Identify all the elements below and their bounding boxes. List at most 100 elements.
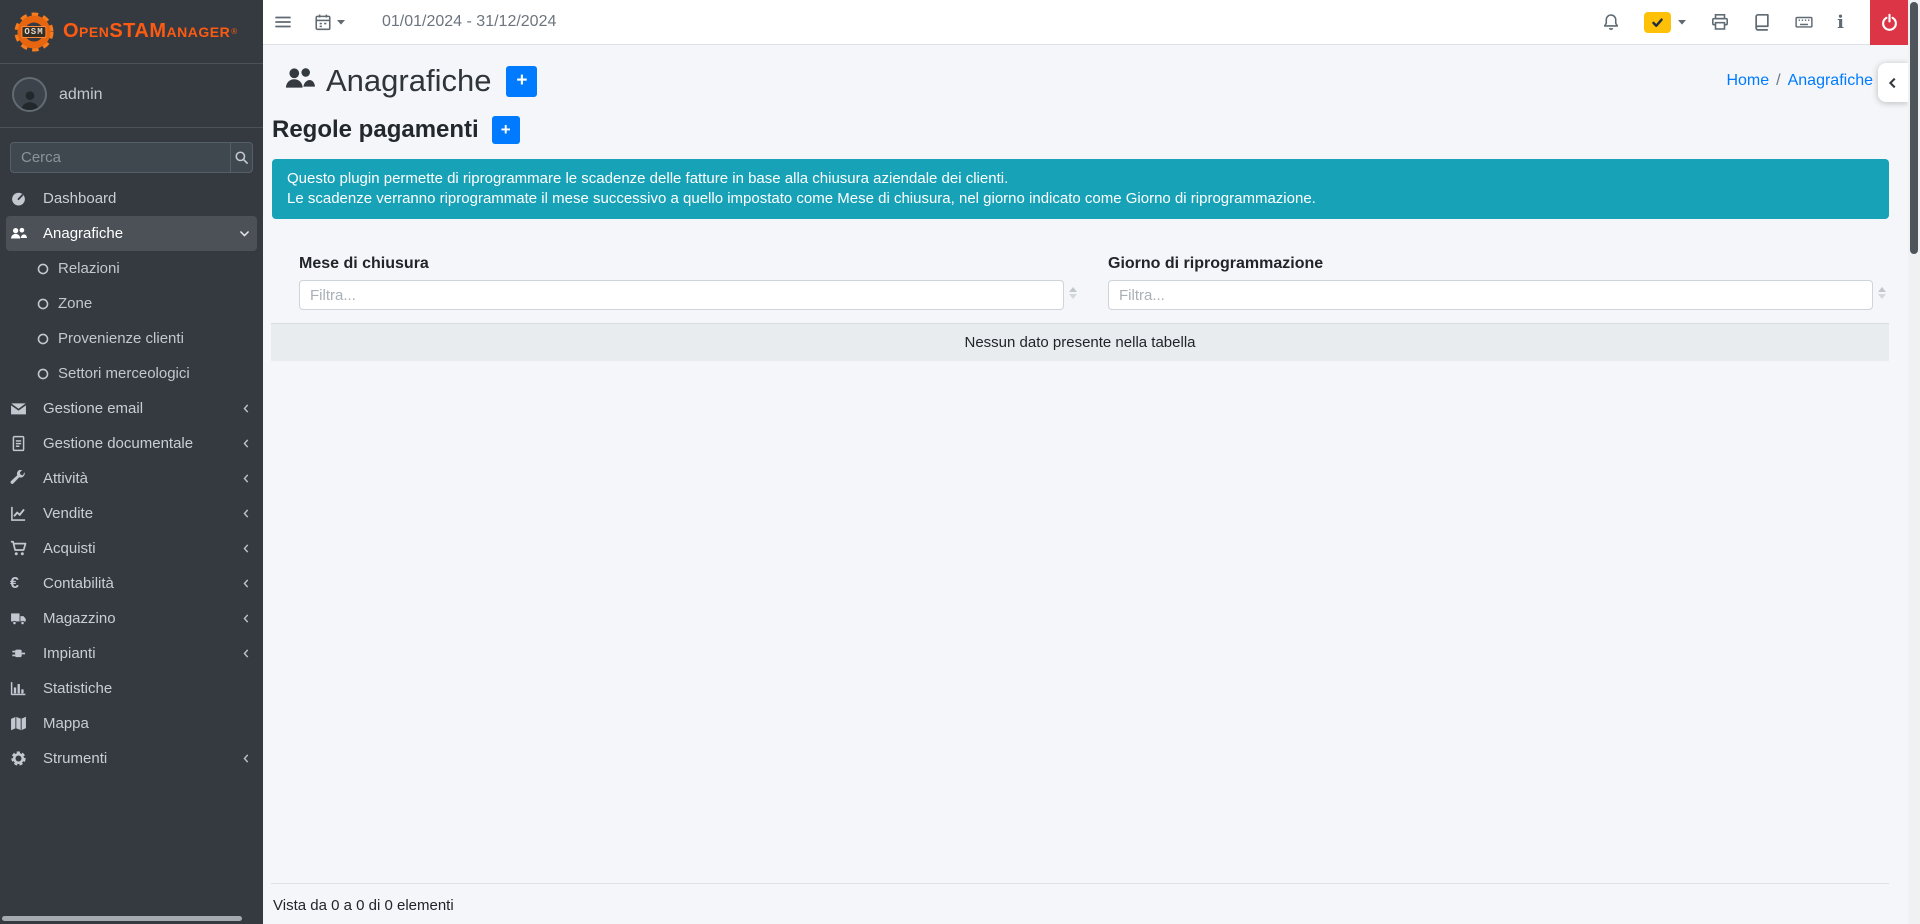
avatar[interactable] xyxy=(12,77,47,112)
table-summary: Vista da 0 a 0 di 0 elementi xyxy=(273,897,454,914)
sort-carets-icon[interactable] xyxy=(1878,287,1886,299)
caret-down-icon xyxy=(336,17,346,27)
logout-power-button[interactable] xyxy=(1870,0,1908,45)
empty-message: Nessun dato presente nella tabella xyxy=(965,334,1196,351)
caret-down-icon xyxy=(1677,17,1687,27)
breadcrumb: Home / Anagrafiche xyxy=(1726,72,1873,90)
cart-icon xyxy=(10,540,35,557)
sidebar-horizontal-scrollbar[interactable] xyxy=(2,916,242,921)
circle-outline-icon xyxy=(36,367,50,381)
sidebar-item-dashboard[interactable]: Dashboard xyxy=(0,181,263,216)
sidebar-subitem-provenienze-clienti[interactable]: Provenienze clienti xyxy=(0,321,263,356)
breadcrumb-current-link[interactable]: Anagrafiche xyxy=(1788,72,1873,90)
filter-input-giorno[interactable] xyxy=(1108,280,1873,310)
topbar: 01/01/2024 - 31/12/2024 i xyxy=(263,0,1908,45)
sidebar-item-magazzino[interactable]: Magazzino xyxy=(0,601,263,636)
circle-outline-icon xyxy=(36,297,50,311)
map-icon xyxy=(10,715,35,732)
column-header-label: Mese di chiusura xyxy=(299,255,1064,273)
sidebar-item-gestione-documentale[interactable]: Gestione documentale xyxy=(0,426,263,461)
section-title: Regole pagamenti xyxy=(272,116,479,144)
printer-icon[interactable] xyxy=(1711,13,1729,31)
chevron-left-icon xyxy=(240,472,253,485)
status-check-badge xyxy=(1644,12,1671,33)
sidebar-item-statistiche[interactable]: Statistiche xyxy=(0,671,263,706)
brand-osm-label: OSM xyxy=(21,26,46,38)
hamburger-menu-icon[interactable] xyxy=(274,13,292,31)
main-content: Anagrafiche + Home / Anagrafiche Regole … xyxy=(263,45,1908,924)
filter-input-mese[interactable] xyxy=(299,280,1064,310)
rules-table-header: Mese di chiusura Giorno di riprogrammazi… xyxy=(271,255,1889,310)
chevron-left-icon xyxy=(240,507,253,520)
page-title: Anagrafiche xyxy=(326,63,491,99)
chevron-left-icon xyxy=(240,647,253,660)
info-icon[interactable]: i xyxy=(1837,12,1844,33)
user-panel: admin xyxy=(0,64,263,128)
sidebar-item-vendite[interactable]: Vendite xyxy=(0,496,263,531)
sort-carets-icon[interactable] xyxy=(1069,287,1077,299)
power-icon xyxy=(1880,13,1899,32)
users-icon xyxy=(10,225,35,242)
side-panel-toggle[interactable] xyxy=(1878,63,1908,102)
table-empty-row: Nessun dato presente nella tabella xyxy=(271,323,1889,361)
keyboard-icon[interactable] xyxy=(1795,13,1813,31)
calendar-icon xyxy=(314,13,332,31)
gear-icon xyxy=(10,750,35,767)
sidebar-search xyxy=(10,142,253,173)
sidebar-item-gestione-email[interactable]: Gestione email xyxy=(0,391,263,426)
breadcrumb-home-link[interactable]: Home xyxy=(1726,72,1769,90)
dashboard-icon xyxy=(10,190,35,207)
plugin-info-box: Questo plugin permette di riprogrammare … xyxy=(272,159,1889,219)
wrench-icon xyxy=(10,470,35,487)
sidebar-item-mappa[interactable]: Mappa xyxy=(0,706,263,741)
sidebar-item-strumenti[interactable]: Strumenti xyxy=(0,741,263,776)
user-icon xyxy=(19,88,41,110)
book-icon[interactable] xyxy=(1753,13,1771,31)
bell-icon[interactable] xyxy=(1602,13,1620,31)
chevron-left-icon xyxy=(240,402,253,415)
date-range-label[interactable]: 01/01/2024 - 31/12/2024 xyxy=(382,13,556,31)
plug-icon xyxy=(10,645,35,662)
sidebar: OSM OpenSTAManager® admin Dashboard Anag… xyxy=(0,0,263,924)
info-line-2: Le scadenze verranno riprogrammate il me… xyxy=(287,189,1874,209)
add-record-button[interactable]: + xyxy=(506,66,537,97)
sidebar-item-anagrafiche[interactable]: Anagrafiche xyxy=(6,216,257,251)
column-mese-di-chiusura: Mese di chiusura xyxy=(271,255,1080,310)
circle-outline-icon xyxy=(36,262,50,276)
chevron-left-icon xyxy=(240,542,253,555)
users-icon xyxy=(284,63,315,99)
search-button[interactable] xyxy=(230,142,253,173)
breadcrumb-separator: / xyxy=(1776,72,1780,90)
sidebar-menu: Dashboard Anagrafiche Relazioni Zone Pro… xyxy=(0,181,263,776)
sidebar-item-impianti[interactable]: Impianti xyxy=(0,636,263,671)
chevron-left-icon xyxy=(240,437,253,450)
chevron-left-icon xyxy=(240,577,253,590)
search-input[interactable] xyxy=(10,142,230,173)
brand-link[interactable]: OSM OpenSTAManager® xyxy=(0,0,263,64)
check-icon xyxy=(1651,16,1664,29)
sidebar-item-contabilita[interactable]: € Contabilità xyxy=(0,566,263,601)
period-selector[interactable] xyxy=(314,13,346,31)
brand-registered-mark: ® xyxy=(231,27,237,36)
bar-chart-icon xyxy=(10,680,35,697)
sidebar-subitem-relazioni[interactable]: Relazioni xyxy=(0,251,263,286)
status-dropdown[interactable] xyxy=(1644,12,1687,33)
sidebar-item-attivita[interactable]: Attività xyxy=(0,461,263,496)
chevron-down-icon xyxy=(238,227,251,240)
sidebar-subitem-settori-merceologici[interactable]: Settori merceologici xyxy=(0,356,263,391)
chart-line-icon xyxy=(10,505,35,522)
chevron-left-icon xyxy=(240,612,253,625)
chevron-left-icon xyxy=(1886,76,1900,90)
table-footer: Vista da 0 a 0 di 0 elementi xyxy=(271,883,1889,918)
column-giorno-di-riprogrammazione: Giorno di riprogrammazione xyxy=(1080,255,1889,310)
vertical-scrollbar-thumb[interactable] xyxy=(1910,2,1918,254)
circle-outline-icon xyxy=(36,332,50,346)
sidebar-subitem-zone[interactable]: Zone xyxy=(0,286,263,321)
truck-icon xyxy=(10,610,35,627)
envelope-icon xyxy=(10,400,35,417)
add-rule-button[interactable]: + xyxy=(492,116,520,144)
vertical-scrollbar xyxy=(1908,0,1920,924)
column-header-label: Giorno di riprogrammazione xyxy=(1108,255,1873,273)
username-link[interactable]: admin xyxy=(59,86,103,104)
sidebar-item-acquisti[interactable]: Acquisti xyxy=(0,531,263,566)
